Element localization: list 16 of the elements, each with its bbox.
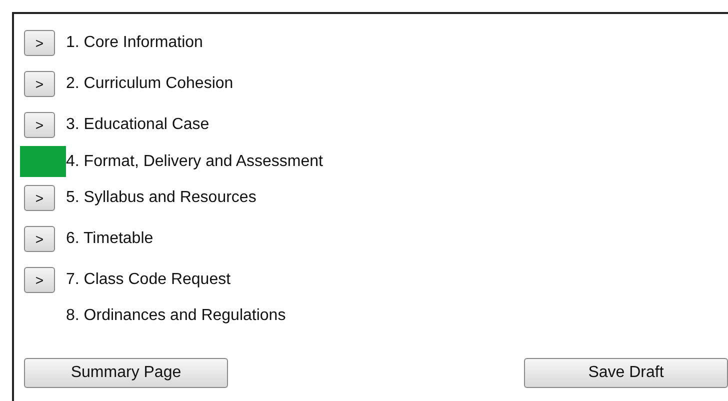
expand-button[interactable]: > [24, 266, 55, 292]
section-label: 3. Educational Case [66, 114, 210, 134]
section-label: 1. Core Information [66, 32, 203, 52]
save-draft-button[interactable]: Save Draft [524, 358, 728, 388]
expand-button[interactable]: > [24, 70, 55, 96]
expand-button[interactable]: > [24, 226, 55, 252]
section-label: 7. Class Code Request [66, 270, 231, 290]
summary-page-button[interactable]: Summary Page [24, 358, 228, 388]
section-label: 5. Syllabus and Resources [66, 188, 256, 208]
section-label: 6. Timetable [66, 228, 154, 248]
expand-button[interactable]: > [24, 184, 55, 210]
section-label: 8. Ordinances and Regulations [66, 306, 286, 326]
section-label: 2. Curriculum Cohesion [66, 74, 234, 94]
expand-button[interactable]: > [24, 30, 55, 56]
expand-button[interactable]: > [24, 112, 55, 138]
section-label: 4. Format, Delivery and Assessment [66, 152, 323, 172]
